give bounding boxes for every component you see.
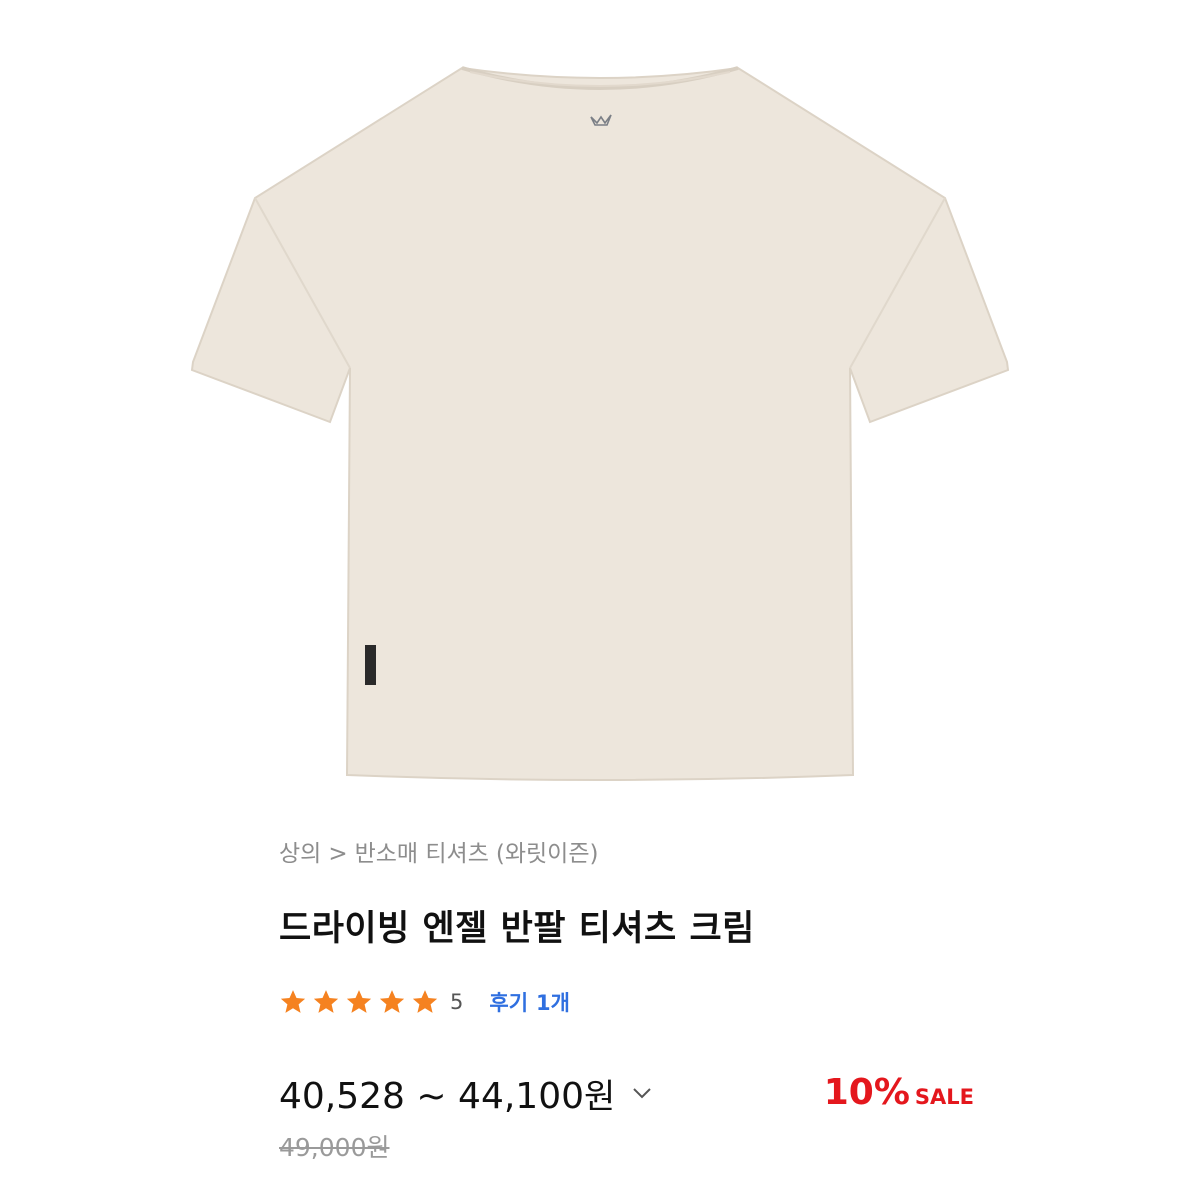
breadcrumb-category[interactable]: 상의 (279, 841, 321, 867)
discount-rate: 10% (823, 1072, 910, 1113)
original-price: 49,000원 (279, 1133, 390, 1162)
product-title: 드라이빙 엔젤 반팔 티셔츠 크림 (279, 909, 755, 949)
breadcrumb-subcategory[interactable]: 반소매 티셔츠 (355, 841, 489, 867)
rating-score: 5 (450, 990, 464, 1014)
breadcrumb: 상의 > 반소매 티셔츠 (와릿이즌) (279, 834, 605, 868)
star-icon (412, 990, 438, 1013)
chevron-down-icon[interactable] (629, 1080, 655, 1106)
sale-label: SALE (914, 1085, 974, 1109)
price-currency: 원 (584, 1076, 616, 1117)
price-min: 40,528 (279, 1075, 405, 1117)
review-link[interactable]: 후기 1개 (489, 987, 570, 1017)
review-label: 후기 (489, 991, 529, 1015)
star-rating (279, 988, 444, 1016)
star-icon (379, 990, 405, 1013)
rating-row: 5 후기 1개 (279, 985, 570, 1019)
tshirt-body (190, 66, 1010, 781)
price-max: 44,100 (458, 1075, 585, 1117)
price-separator: ~ (416, 1075, 447, 1117)
tshirt-illustration (190, 66, 1010, 781)
discount-badge: 10% SALE (824, 1072, 974, 1113)
review-count: 1개 (536, 991, 570, 1015)
breadcrumb-separator: > (328, 841, 348, 867)
product-image[interactable] (0, 0, 1200, 820)
price-range: 40,528 ~ 44,100원 (279, 1069, 615, 1118)
star-icon (313, 990, 339, 1013)
tshirt-side-tag (365, 645, 376, 685)
price-row: 40,528 ~ 44,100원 (279, 1068, 655, 1118)
star-icon (280, 990, 306, 1013)
breadcrumb-brand[interactable]: (와릿이즌) (496, 841, 599, 867)
star-icon (346, 990, 372, 1013)
